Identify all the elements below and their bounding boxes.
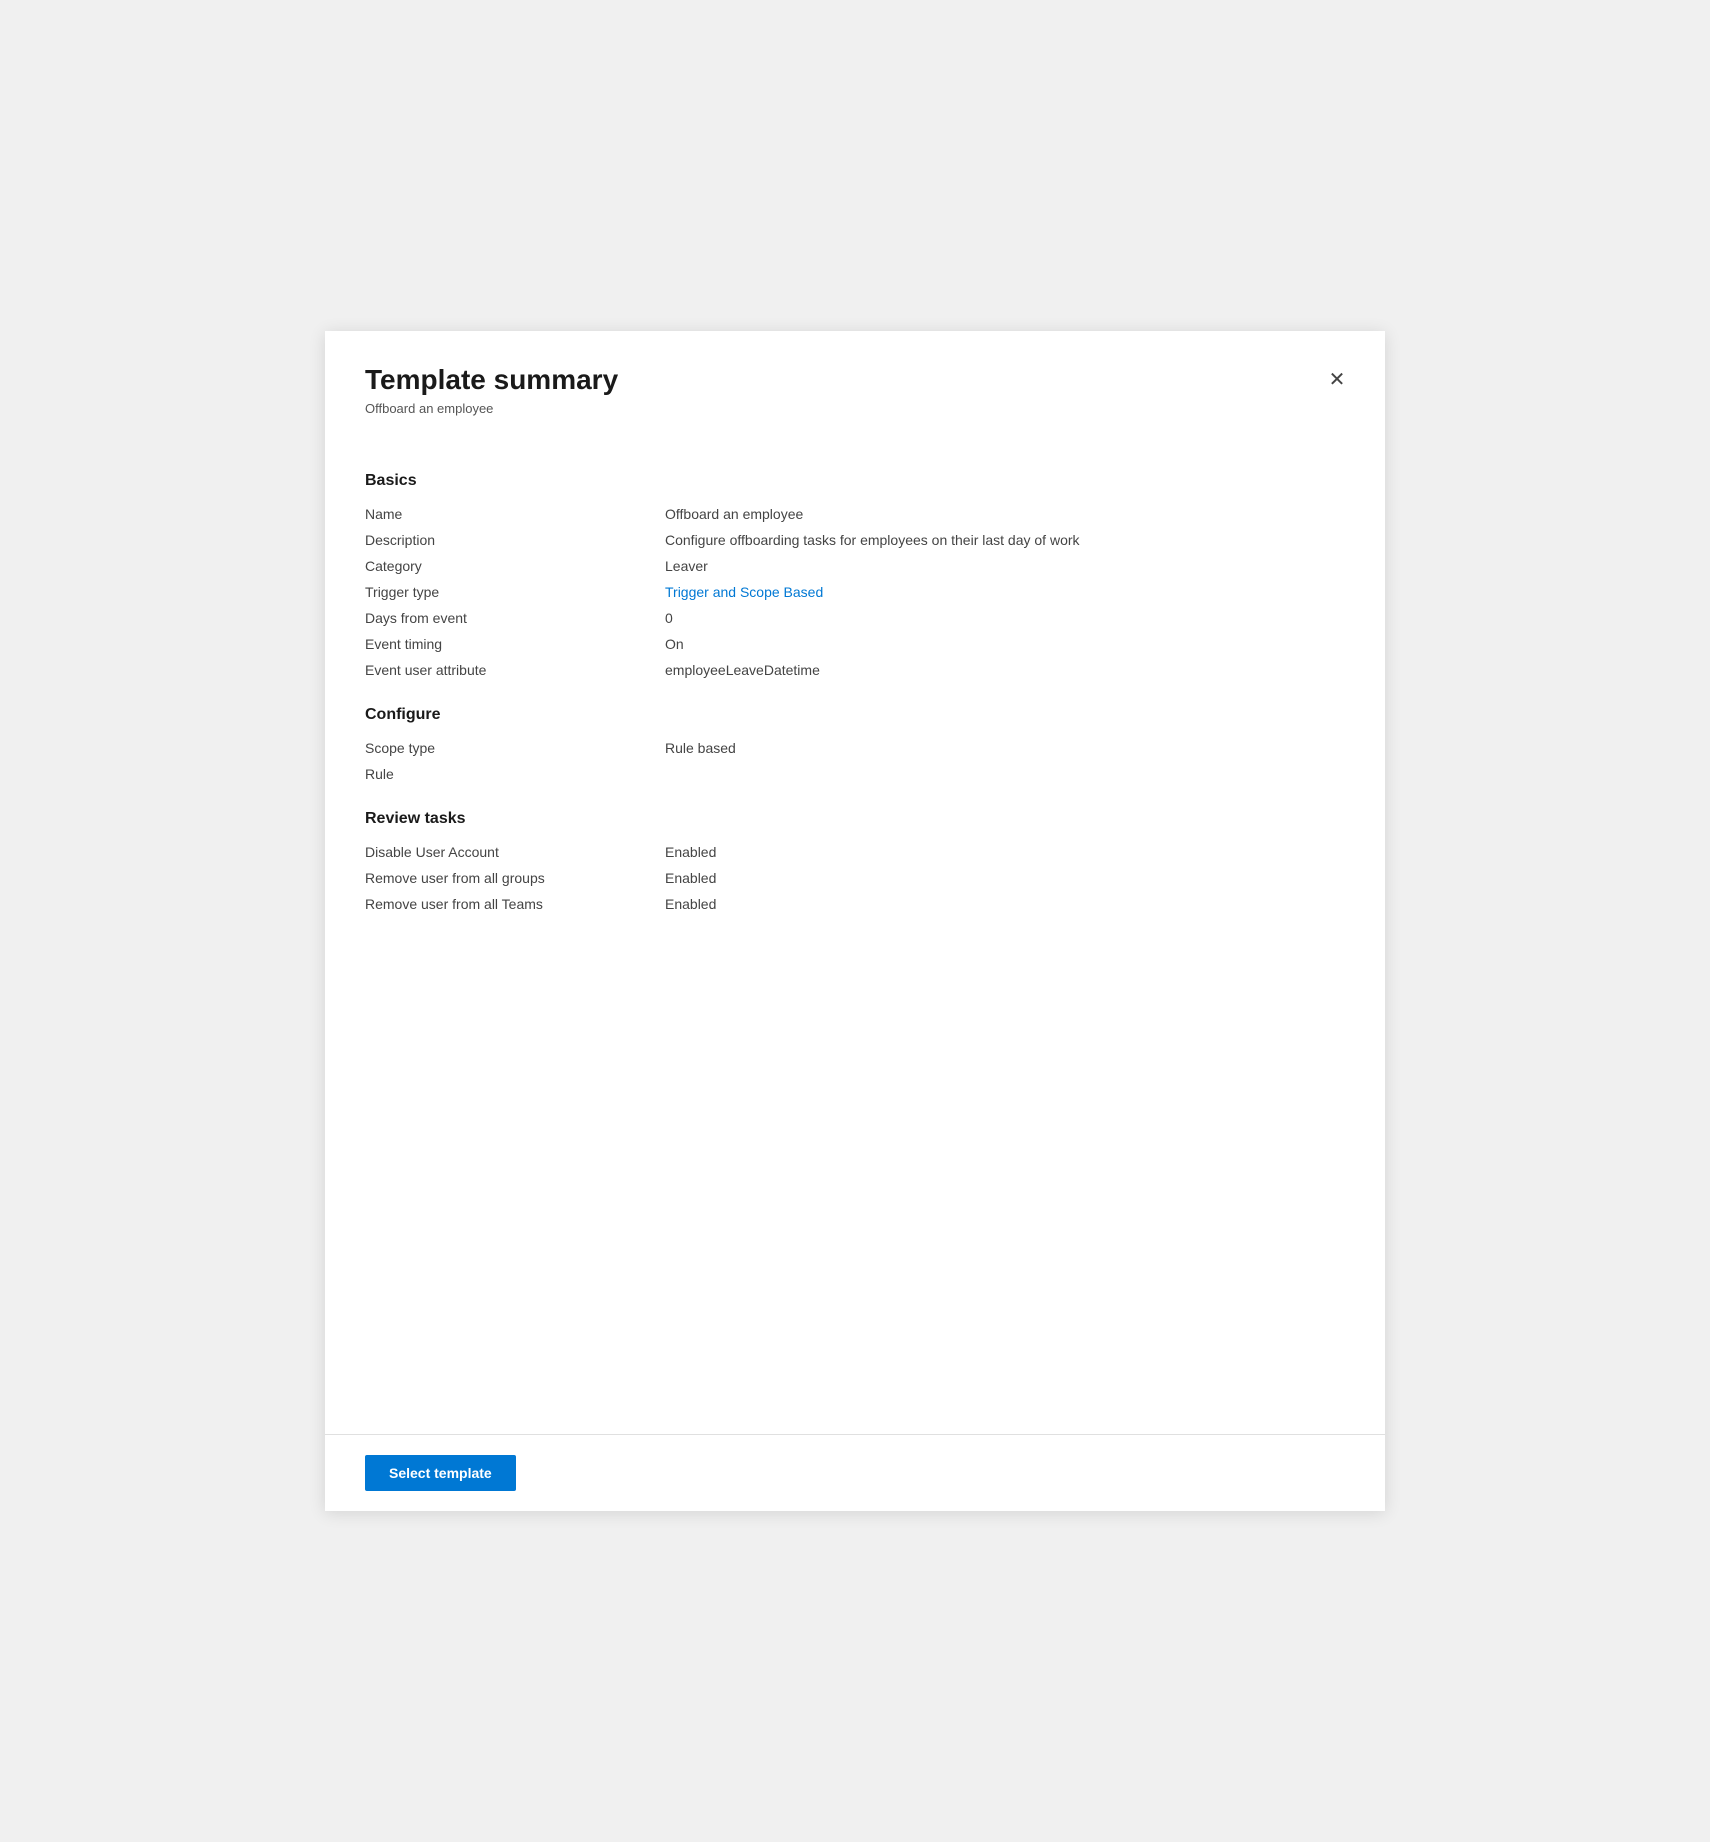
basics-description-row: Description Configure offboarding tasks …	[365, 532, 1345, 548]
review-disable-label: Disable User Account	[365, 844, 665, 860]
configure-scope-row: Scope type Rule based	[365, 740, 1345, 756]
review-disable-row: Disable User Account Enabled	[365, 844, 1345, 860]
basics-category-label: Category	[365, 558, 665, 574]
basics-name-label: Name	[365, 506, 665, 522]
review-tasks-heading: Review tasks	[365, 810, 1345, 828]
configure-scope-value: Rule based	[665, 740, 736, 756]
basics-name-value: Offboard an employee	[665, 506, 803, 522]
configure-scope-label: Scope type	[365, 740, 665, 756]
panel-subtitle: Offboard an employee	[365, 401, 1345, 416]
configure-heading: Configure	[365, 706, 1345, 724]
panel-title: Template summary	[365, 363, 1345, 397]
review-teams-row: Remove user from all Teams Enabled	[365, 896, 1345, 912]
panel-footer: Select template	[325, 1434, 1385, 1511]
basics-trigger-label: Trigger type	[365, 584, 665, 600]
basics-attribute-label: Event user attribute	[365, 662, 665, 678]
select-template-button[interactable]: Select template	[365, 1455, 516, 1491]
basics-timing-value: On	[665, 636, 684, 652]
basics-category-row: Category Leaver	[365, 558, 1345, 574]
template-summary-panel: Template summary Offboard an employee ✕ …	[325, 331, 1385, 1511]
review-groups-row: Remove user from all groups Enabled	[365, 870, 1345, 886]
panel-body: Basics Name Offboard an employee Descrip…	[325, 432, 1385, 1434]
configure-rule-row: Rule	[365, 766, 1345, 782]
close-button[interactable]: ✕	[1321, 363, 1353, 395]
basics-timing-label: Event timing	[365, 636, 665, 652]
basics-description-label: Description	[365, 532, 665, 548]
basics-description-value: Configure offboarding tasks for employee…	[665, 532, 1080, 548]
panel-header: Template summary Offboard an employee ✕	[325, 331, 1385, 432]
basics-trigger-value: Trigger and Scope Based	[665, 584, 823, 600]
review-disable-value: Enabled	[665, 844, 716, 860]
basics-heading: Basics	[365, 472, 1345, 490]
review-groups-label: Remove user from all groups	[365, 870, 665, 886]
review-groups-value: Enabled	[665, 870, 716, 886]
basics-days-label: Days from event	[365, 610, 665, 626]
review-teams-label: Remove user from all Teams	[365, 896, 665, 912]
review-teams-value: Enabled	[665, 896, 716, 912]
configure-rule-label: Rule	[365, 766, 665, 782]
basics-trigger-row: Trigger type Trigger and Scope Based	[365, 584, 1345, 600]
basics-days-value: 0	[665, 610, 673, 626]
basics-name-row: Name Offboard an employee	[365, 506, 1345, 522]
basics-attribute-row: Event user attribute employeeLeaveDateti…	[365, 662, 1345, 678]
basics-attribute-value: employeeLeaveDatetime	[665, 662, 820, 678]
basics-days-row: Days from event 0	[365, 610, 1345, 626]
basics-timing-row: Event timing On	[365, 636, 1345, 652]
basics-category-value: Leaver	[665, 558, 708, 574]
